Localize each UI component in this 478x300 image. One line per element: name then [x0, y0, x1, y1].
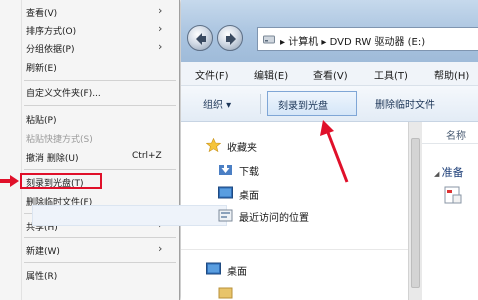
- menu-separator: [24, 262, 176, 263]
- nav-item-label: 收藏夹: [227, 143, 257, 154]
- nav-item-label: 桌面: [239, 191, 259, 202]
- red-arrow-icon: [0, 175, 19, 187]
- breadcrumb-separator: ▸: [321, 37, 327, 48]
- menu-separator: [24, 237, 176, 238]
- nav-item-favorites[interactable]: 收藏夹: [181, 136, 408, 156]
- file-icon[interactable]: [444, 186, 464, 204]
- nav-item-label: 桌面: [227, 267, 247, 278]
- burn-to-disc-button[interactable]: 刻录到光盘: [267, 91, 357, 116]
- menu-item-sort-by[interactable]: 排序方式(O) ›: [0, 21, 180, 39]
- submenu-arrow-icon: ›: [158, 242, 163, 255]
- nav-item-partial[interactable]: [181, 283, 408, 300]
- menu-file[interactable]: 文件(F): [195, 67, 229, 82]
- menu-item-paste[interactable]: 粘贴(P): [0, 110, 180, 128]
- submenu-arrow-icon: ›: [158, 40, 163, 53]
- nav-pane-scrollbar[interactable]: [408, 122, 422, 300]
- nav-item-desktop-root[interactable]: 桌面: [181, 260, 408, 280]
- menu-item-label: 撤消 删除(U): [26, 154, 79, 164]
- nav-item-label: 最近访问的位置: [239, 213, 309, 224]
- menu-item-new[interactable]: 新建(W) ›: [0, 241, 180, 259]
- drive-icon: [263, 35, 275, 44]
- menu-item-label: 新建(W): [26, 247, 60, 257]
- downloads-icon: [219, 163, 232, 175]
- command-bar: 组织 ▾ 刻录到光盘 删除临时文件: [181, 86, 478, 122]
- breadcrumb: ▸ 计算机 ▸ DVD RW 驱动器 (E:): [280, 33, 425, 48]
- forward-button[interactable]: [217, 25, 243, 51]
- menu-item-group-by[interactable]: 分组依据(P) ›: [0, 39, 180, 57]
- file-group-label: 准备: [441, 166, 464, 179]
- menu-item-label: 分组依据(P): [26, 45, 75, 55]
- star-icon: [206, 138, 221, 152]
- breadcrumb-separator: ▸: [280, 37, 286, 48]
- menu-item-label: 刷新(E): [26, 64, 57, 74]
- menu-item-undo-delete[interactable]: 撤消 删除(U) Ctrl+Z: [0, 148, 180, 166]
- menu-item-paste-shortcut: 粘贴快捷方式(S): [0, 129, 180, 147]
- nav-item-label: 下载: [239, 167, 259, 178]
- nav-item-recent-places[interactable]: 最近访问的位置: [181, 206, 408, 226]
- menu-item-shortcut: Ctrl+Z: [132, 151, 162, 161]
- back-button[interactable]: [187, 25, 213, 51]
- highlight-box: [20, 173, 102, 189]
- back-arrow-icon: [196, 33, 206, 45]
- address-bar[interactable]: ▸ 计算机 ▸ DVD RW 驱动器 (E:): [257, 27, 478, 51]
- scrollbar-thumb[interactable]: [411, 138, 420, 288]
- forward-arrow-icon: [226, 33, 236, 45]
- menu-item-label: 粘贴(P): [26, 116, 57, 126]
- pane-separator: [181, 249, 408, 250]
- menu-edit[interactable]: 编辑(E): [254, 67, 288, 82]
- menu-item-customize-folder[interactable]: 自定义文件夹(F)...: [0, 83, 180, 101]
- title-bar: ▸ 计算机 ▸ DVD RW 驱动器 (E:): [181, 0, 478, 62]
- menu-item-refresh[interactable]: 刷新(E): [0, 58, 180, 76]
- context-menu: 查看(V) › 排序方式(O) › 分组依据(P) › 刷新(E) 自定义文件夹…: [0, 0, 180, 300]
- column-header-name[interactable]: 名称: [422, 122, 478, 144]
- nav-item-downloads[interactable]: 下载: [181, 160, 408, 180]
- desktop-icon: [218, 186, 233, 199]
- menu-separator: [24, 169, 176, 170]
- delete-temp-files-button[interactable]: 删除临时文件: [375, 96, 435, 111]
- file-list-pane: 名称 ◢ 准备: [422, 122, 478, 300]
- menu-item-properties[interactable]: 属性(R): [0, 266, 180, 284]
- menu-item-view[interactable]: 查看(V) ›: [0, 3, 180, 21]
- breadcrumb-computer[interactable]: 计算机: [288, 37, 318, 48]
- menu-help[interactable]: 帮助(H): [434, 67, 469, 82]
- menu-item-label: 粘贴快捷方式(S): [26, 135, 93, 145]
- menu-item-label: 排序方式(O): [26, 27, 77, 37]
- red-pointer-arrow-icon: [320, 120, 349, 183]
- menu-item-label: 属性(R): [26, 272, 58, 282]
- expand-triangle-icon: ◢: [434, 170, 442, 178]
- menu-view[interactable]: 查看(V): [313, 67, 348, 82]
- desktop-icon: [206, 262, 221, 275]
- toolbar-separator: [260, 94, 261, 114]
- burn-to-disc-label: 刻录到光盘: [278, 101, 328, 112]
- menu-separator: [24, 105, 176, 106]
- menu-item-label: 查看(V): [26, 9, 58, 19]
- menu-item-label: 自定义文件夹(F)...: [26, 89, 101, 99]
- column-header-label: 名称: [446, 131, 466, 142]
- menu-tools[interactable]: 工具(T): [374, 67, 408, 82]
- menu-bar: 文件(F) 编辑(E) 查看(V) 工具(T) 帮助(H): [181, 62, 478, 86]
- recent-places-icon: [218, 209, 233, 222]
- submenu-arrow-icon: ›: [158, 4, 163, 17]
- menu-separator: [24, 80, 176, 81]
- submenu-arrow-icon: ›: [158, 22, 163, 35]
- breadcrumb-dvd-drive[interactable]: DVD RW 驱动器 (E:): [330, 37, 426, 48]
- organize-button[interactable]: 组织 ▾: [203, 96, 231, 111]
- folder-icon: [218, 287, 233, 299]
- file-group-header[interactable]: ◢ 准备: [434, 164, 464, 180]
- nav-item-desktop[interactable]: 桌面: [181, 184, 408, 204]
